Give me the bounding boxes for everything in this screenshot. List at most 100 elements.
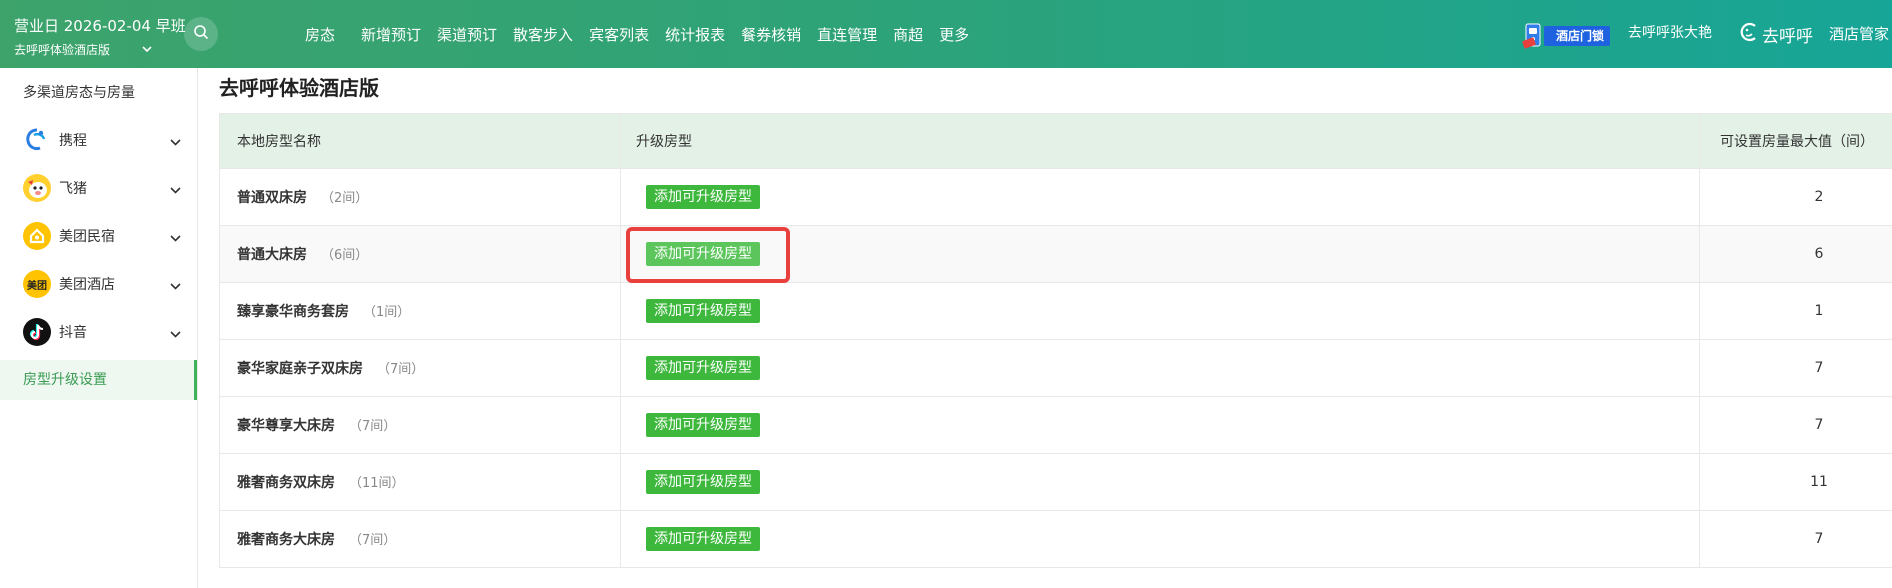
brand-logo: 去呼呼 <box>1738 21 1813 48</box>
sidebar-item-fliggy[interactable]: 飞猪 <box>0 164 197 212</box>
search-icon <box>193 24 209 44</box>
room-name: 普通大床房 <box>237 247 307 263</box>
room-name-cell: 豪华尊享大床房 （7间） <box>237 415 396 435</box>
room-name: 普通双床房 <box>237 190 307 206</box>
top-header: 营业日 2026-02-04 早班 去呼呼体验酒店版 房态 新增预订 渠道预订 … <box>0 0 1892 68</box>
nav-room-status[interactable]: 房态 <box>305 24 335 45</box>
sidebar-item-meituan-homestay[interactable]: 美团民宿 <box>0 212 197 260</box>
ctrip-logo-icon <box>23 126 51 154</box>
hotel-selector[interactable]: 去呼呼体验酒店版 <box>14 41 152 58</box>
door-lock-icon <box>1522 23 1552 49</box>
main-nav: 房态 新增预订 渠道预订 散客步入 宾客列表 统计报表 餐券核销 直连管理 商超… <box>305 0 985 68</box>
chevron-down-icon <box>170 230 181 246</box>
room-upgrade-table: 本地房型名称 升级房型 可设置房量最大值（间） 普通双床房 （2间） 添加可升级房… <box>219 113 1892 568</box>
sidebar-item-label: 飞猪 <box>59 181 87 197</box>
room-name-cell: 普通大床房 （6间） <box>237 244 368 264</box>
room-name-cell: 普通双床房 （2间） <box>237 187 368 207</box>
chevron-down-icon <box>170 134 181 150</box>
room-count: （1间） <box>363 305 411 320</box>
hotel-lock-badge[interactable]: 酒店门锁 <box>1522 23 1613 49</box>
room-name: 豪华家庭亲子双床房 <box>237 361 363 377</box>
sidebar-item-label: 美团酒店 <box>59 277 115 293</box>
chevron-down-icon <box>170 182 181 198</box>
max-count-cell: 7 <box>1814 531 1824 547</box>
column-divider <box>1699 114 1700 168</box>
room-name: 臻享豪华商务套房 <box>237 304 349 320</box>
hotel-lock-label: 酒店门锁 <box>1544 26 1611 46</box>
max-count-cell: 2 <box>1814 189 1824 205</box>
table-row: 普通双床房 （2间） 添加可升级房型 2 <box>220 169 1892 226</box>
nav-guest-list[interactable]: 宾客列表 <box>589 24 649 45</box>
add-upgrade-room-button[interactable]: 添加可升级房型 <box>646 299 760 323</box>
column-divider <box>620 114 621 168</box>
column-header-max-count: 可设置房量最大值（间） <box>1720 134 1874 150</box>
column-header-upgrade-room: 升级房型 <box>636 134 692 150</box>
room-name-cell: 雅奢商务双床房 （11间） <box>237 472 405 492</box>
sidebar: 多渠道房态与房量 携程 飞猪 美团民宿 美团 美团酒店 抖音 房型升级设置 <box>0 68 198 588</box>
chevron-down-icon <box>170 326 181 342</box>
nav-mall[interactable]: 商超 <box>893 24 923 45</box>
room-count: （7间） <box>349 419 397 434</box>
meituan-homestay-logo-icon <box>23 222 51 250</box>
highlight-box <box>626 227 790 283</box>
max-count-cell: 1 <box>1814 303 1824 319</box>
upgrade-cell: 添加可升级房型 <box>620 185 760 209</box>
room-name: 豪华尊享大床房 <box>237 418 335 434</box>
fliggy-logo-icon <box>23 174 51 202</box>
table-row: 豪华家庭亲子双床房 （7间） 添加可升级房型 7 <box>220 340 1892 397</box>
table-row: 普通大床房 （6间） 添加可升级房型 6 <box>220 226 1892 283</box>
add-upgrade-room-button[interactable]: 添加可升级房型 <box>646 470 760 494</box>
nav-new-booking[interactable]: 新增预订 <box>361 24 421 45</box>
room-count: （7间） <box>349 533 397 548</box>
page-title: 去呼呼体验酒店版 <box>219 76 379 100</box>
max-count-cell: 7 <box>1814 417 1824 433</box>
nav-walk-in[interactable]: 散客步入 <box>513 24 573 45</box>
table-row: 豪华尊享大床房 （7间） 添加可升级房型 7 <box>220 397 1892 454</box>
nav-more[interactable]: 更多 <box>939 24 969 45</box>
upgrade-cell: 添加可升级房型 <box>620 470 760 494</box>
table-header: 本地房型名称 升级房型 可设置房量最大值（间） <box>220 114 1892 169</box>
sidebar-item-room-upgrade[interactable]: 房型升级设置 <box>0 360 197 400</box>
room-name-cell: 雅奢商务大床房 （7间） <box>237 529 396 549</box>
max-count-cell: 7 <box>1814 360 1824 376</box>
add-upgrade-room-button[interactable]: 添加可升级房型 <box>646 356 760 380</box>
table-row: 臻享豪华商务套房 （1间） 添加可升级房型 1 <box>220 283 1892 340</box>
max-count-cell: 11 <box>1810 474 1828 490</box>
sidebar-item-label: 携程 <box>59 133 87 149</box>
room-count: （6间） <box>321 248 369 263</box>
upgrade-cell: 添加可升级房型 <box>620 356 760 380</box>
column-header-local-room: 本地房型名称 <box>237 134 321 150</box>
sidebar-item-multichannel[interactable]: 多渠道房态与房量 <box>23 82 135 102</box>
nav-reports[interactable]: 统计报表 <box>665 24 725 45</box>
room-name-cell: 臻享豪华商务套房 （1间） <box>237 301 410 321</box>
chevron-down-icon <box>142 41 152 57</box>
room-count: （2间） <box>321 191 369 206</box>
sidebar-item-douyin[interactable]: 抖音 <box>0 308 197 356</box>
add-upgrade-room-button[interactable]: 添加可升级房型 <box>646 185 760 209</box>
nav-direct-connect[interactable]: 直连管理 <box>817 24 877 45</box>
user-name[interactable]: 去呼呼张大艳 <box>1628 23 1712 43</box>
nav-meal-voucher[interactable]: 餐券核销 <box>741 24 801 45</box>
business-day: 营业日 2026-02-04 早班 <box>14 17 186 35</box>
upgrade-cell: 添加可升级房型 <box>620 413 760 437</box>
search-button[interactable] <box>184 17 218 51</box>
brand-name: 去呼呼 <box>1762 27 1813 47</box>
upgrade-cell: 添加可升级房型 <box>620 299 760 323</box>
max-count-cell: 6 <box>1814 246 1824 262</box>
sidebar-item-meituan-hotel[interactable]: 美团 美团酒店 <box>0 260 197 308</box>
hotel-manager-label: 酒店管家 <box>1829 25 1890 43</box>
douyin-logo-icon <box>23 318 51 346</box>
nav-channel-booking[interactable]: 渠道预订 <box>437 24 497 45</box>
upgrade-cell: 添加可升级房型 <box>620 527 760 551</box>
sidebar-item-ctrip[interactable]: 携程 <box>0 116 197 164</box>
add-upgrade-room-button[interactable]: 添加可升级房型 <box>646 527 760 551</box>
room-count: （7间） <box>377 362 425 377</box>
meituan-hotel-logo-icon: 美团 <box>23 270 51 298</box>
sidebar-item-label: 美团民宿 <box>59 229 115 245</box>
table-row: 雅奢商务大床房 （7间） 添加可升级房型 7 <box>220 511 1892 568</box>
table-row: 雅奢商务双床房 （11间） 添加可升级房型 11 <box>220 454 1892 511</box>
sidebar-item-label: 抖音 <box>59 325 87 341</box>
hotel-selector-label: 去呼呼体验酒店版 <box>14 43 111 57</box>
add-upgrade-room-button[interactable]: 添加可升级房型 <box>646 413 760 437</box>
room-name-cell: 豪华家庭亲子双床房 （7间） <box>237 358 424 378</box>
